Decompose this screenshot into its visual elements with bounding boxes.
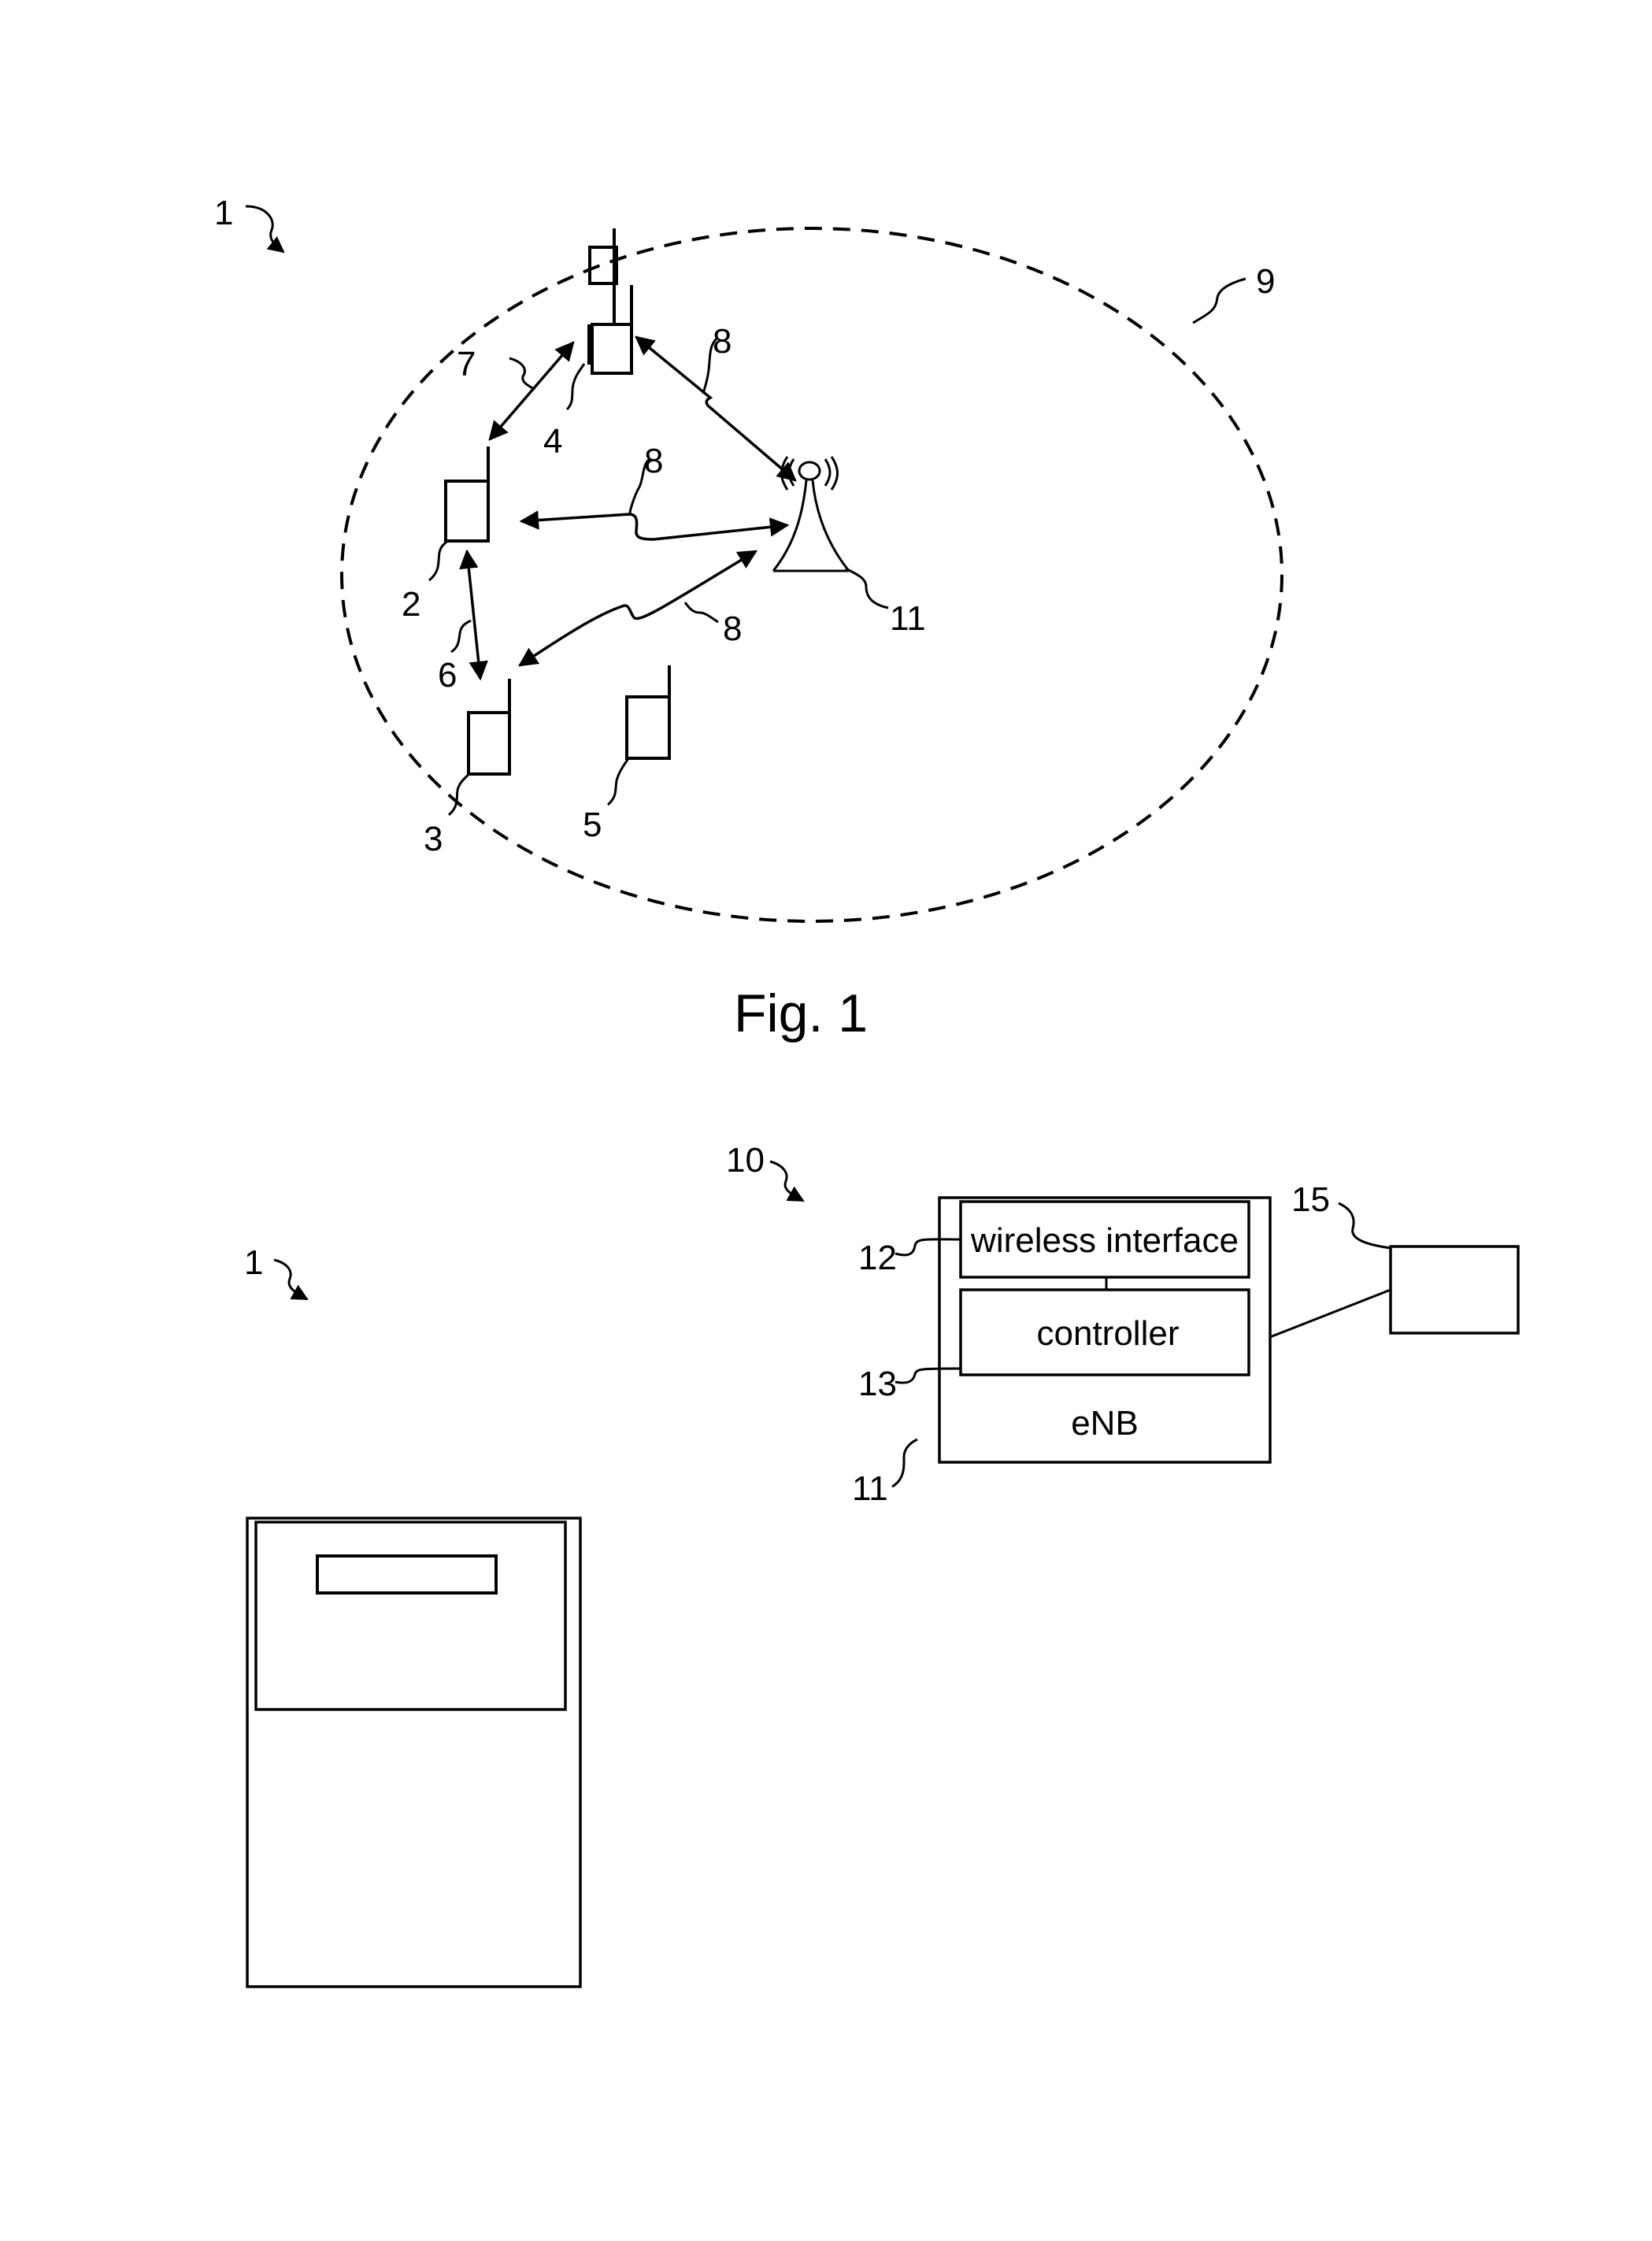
patent-drawing-ue-layer	[0, 0, 1652, 2241]
